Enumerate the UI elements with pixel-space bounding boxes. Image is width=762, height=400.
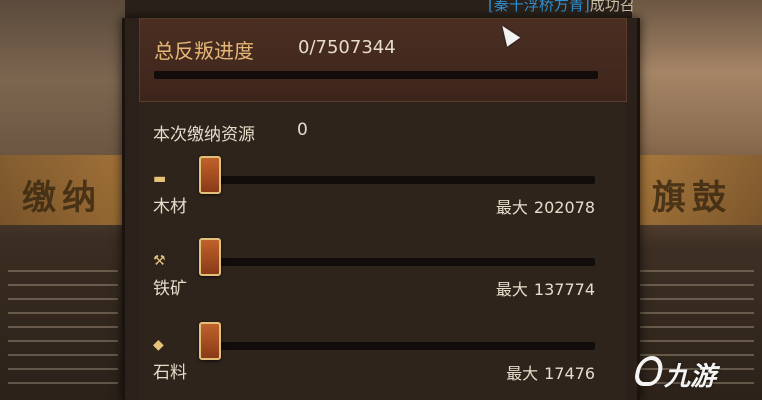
background-banner-right-text: 旗鼓 [652, 178, 732, 218]
wood-icon: ▬ [153, 171, 167, 187]
total-progress-value: 0/7507344 [298, 37, 396, 58]
top-notice: [秦十浮桥方青]成功召 [488, 0, 635, 15]
wood-slider-track[interactable] [199, 176, 595, 184]
background-text-lines-left [8, 270, 118, 390]
resource-max-wood: 最大 202078 [496, 194, 595, 218]
top-notice-highlight: [秦十浮桥方青] [488, 0, 590, 14]
rebellion-contribution-panel: 总反叛进度 0/7507344 本次缴纳资源 0 ▬ 木材 最大 202078 ⚒… [122, 18, 640, 400]
resource-max-value: 202078 [533, 198, 595, 217]
total-progress-section: 总反叛进度 0/7507344 [139, 18, 627, 102]
iron-slider-handle[interactable] [199, 238, 221, 276]
resource-name-iron: 铁矿 [153, 279, 187, 299]
stone-slider-track[interactable] [199, 342, 595, 350]
total-progress-label: 总反叛进度 [154, 39, 254, 63]
total-progress-bar [154, 71, 598, 79]
iron-slider-track[interactable] [199, 258, 595, 266]
wood-slider-handle[interactable] [199, 156, 221, 194]
resource-max-stone: 最大 17476 [506, 360, 595, 384]
resource-name-wood: 木材 [153, 197, 187, 217]
resource-row-iron: ⚒ 铁矿 最大 137774 [139, 236, 625, 316]
resource-max-label: 最大 [495, 198, 528, 217]
iron-ore-icon: ⚒ [153, 253, 166, 269]
resource-row-wood: ▬ 木材 最大 202078 [139, 154, 625, 234]
stone-icon: ◆ [153, 337, 164, 353]
resource-max-label: 最大 [506, 364, 539, 383]
background-banner-left-text: 缴纳 [22, 178, 102, 218]
paid-resources-value: 0 [297, 120, 308, 140]
resources-section: 本次缴纳资源 0 ▬ 木材 最大 202078 ⚒ 铁矿 最大 137774 ◆ 石… [139, 102, 625, 400]
resource-row-stone: ◆ 石料 最大 17476 [139, 320, 625, 400]
resource-max-iron: 最大 137774 [496, 276, 595, 300]
watermark-text: 九游 [664, 362, 717, 392]
stone-slider-handle[interactable] [199, 322, 221, 360]
resource-max-value: 17476 [544, 364, 595, 383]
top-notice-suffix: 成功召 [589, 0, 635, 14]
resource-max-value: 137774 [533, 280, 595, 299]
paid-resources-label: 本次缴纳资源 [153, 125, 255, 145]
resource-name-stone: 石料 [153, 363, 187, 383]
resource-max-label: 最大 [495, 280, 528, 299]
